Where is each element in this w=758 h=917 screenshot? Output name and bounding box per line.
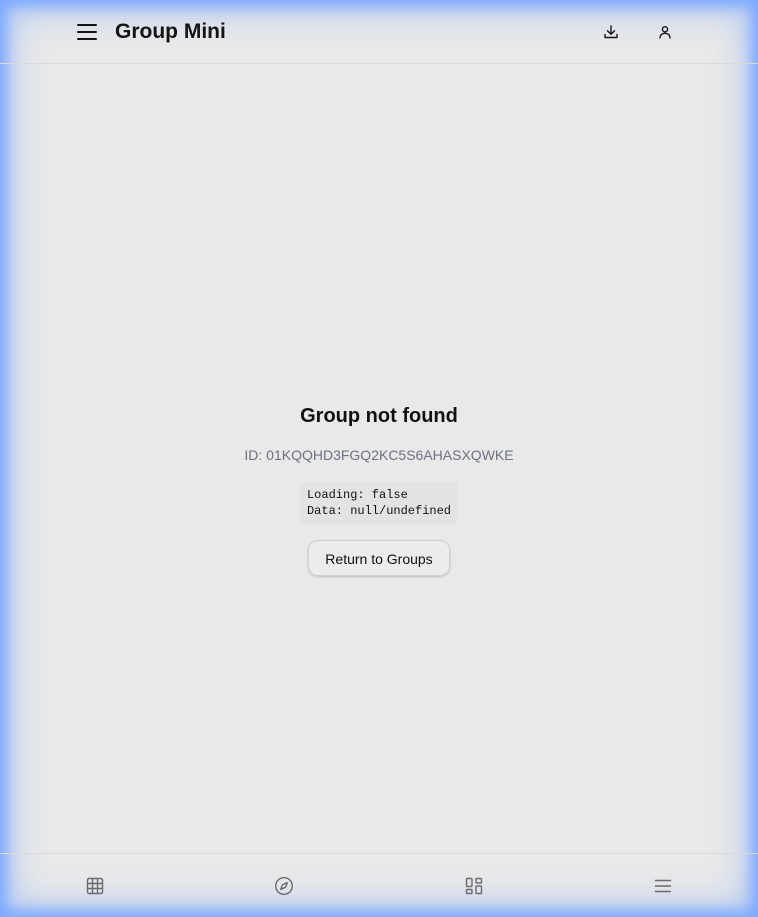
return-to-groups-button[interactable]: Return to Groups [308, 540, 450, 576]
hamburger-menu-icon [77, 24, 97, 40]
debug-data-line: Data: null/undefined [306, 504, 452, 518]
menu-button[interactable] [74, 19, 100, 45]
download-button[interactable] [599, 20, 623, 44]
nav-item-table[interactable] [84, 875, 106, 897]
compass-icon [274, 876, 294, 896]
nav-item-more[interactable] [652, 875, 674, 897]
user-icon [659, 26, 671, 39]
nav-item-explore[interactable] [273, 875, 295, 897]
app-window: Group Mini Group not found ID: 01KQQHD3F… [0, 0, 758, 917]
download-icon [604, 25, 618, 39]
page-title: Group not found [300, 405, 458, 427]
group-id-text: ID: 01KQQHD3FGQ2KC5S6AHASXQWKE [244, 447, 514, 463]
list-menu-icon [654, 879, 672, 893]
bottom-navigation [0, 853, 758, 917]
grid-table-icon [86, 877, 104, 895]
top-app-bar: Group Mini [0, 0, 758, 64]
not-found-panel: Group not found ID: 01KQQHD3FGQ2KC5S6AHA… [0, 395, 758, 576]
dashboard-icon [465, 877, 483, 895]
profile-button[interactable] [653, 20, 677, 44]
debug-info-box: Loading: false Data: null/undefined [299, 482, 459, 524]
nav-item-dashboard[interactable] [463, 875, 485, 897]
debug-loading-line: Loading: false [306, 488, 408, 502]
app-title: Group Mini [115, 20, 226, 43]
